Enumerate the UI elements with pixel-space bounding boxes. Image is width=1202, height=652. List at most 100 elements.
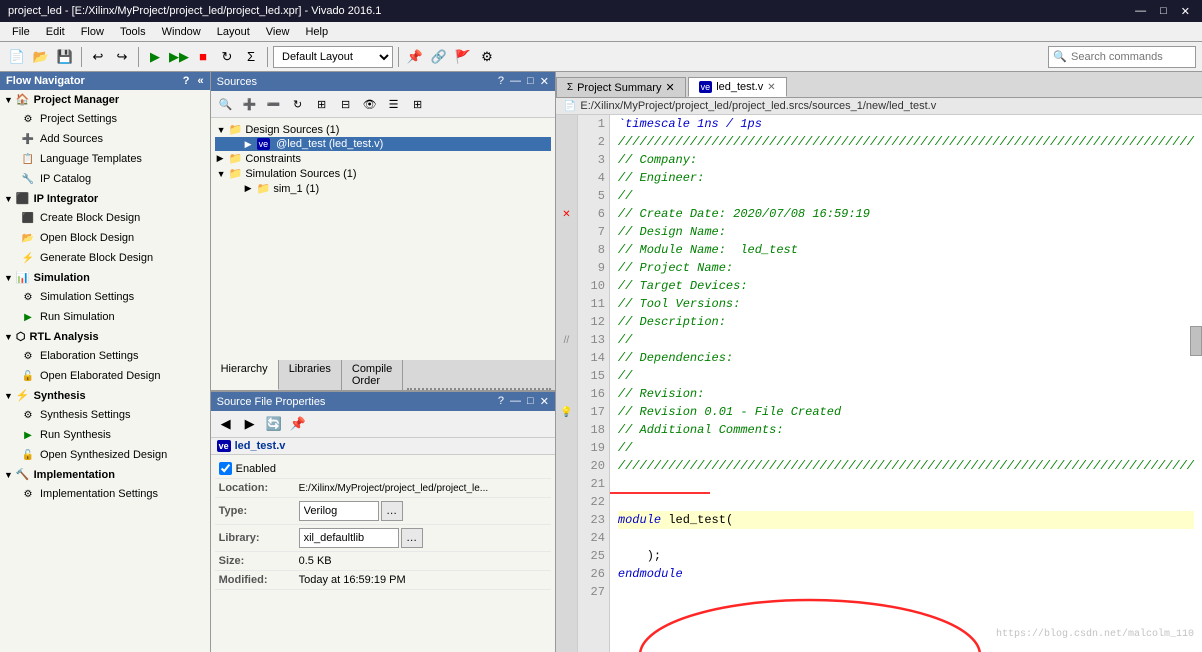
- nav-item-run-synthesis[interactable]: ▶ Run Synthesis: [0, 425, 210, 445]
- constraints-expand[interactable]: ▶: [217, 153, 227, 164]
- sources-help[interactable]: ?: [498, 75, 504, 88]
- line-num-24: 24: [591, 529, 609, 547]
- nav-section-rtl-analysis-header[interactable]: ▼ ⬡ RTL Analysis: [0, 327, 210, 346]
- nav-label-run-synthesis: Run Synthesis: [40, 429, 111, 441]
- nav-item-run-simulation[interactable]: ▶ Run Simulation: [0, 307, 210, 327]
- tab-led-test-v[interactable]: ve led_test.v ✕: [688, 77, 787, 97]
- sfp-restore[interactable]: □: [527, 395, 534, 408]
- toolbar-pin[interactable]: 📌: [404, 46, 426, 68]
- menu-view[interactable]: View: [258, 24, 298, 40]
- nav-section-simulation-header[interactable]: ▼ 📊 Simulation: [0, 268, 210, 287]
- toolbar-settings[interactable]: ⚙: [476, 46, 498, 68]
- tree-design-sources[interactable]: ▼ 📁 Design Sources (1): [215, 122, 551, 137]
- tree-sim1[interactable]: ▶ 📁 sim_1 (1): [215, 181, 551, 196]
- sources-restore[interactable]: □: [527, 75, 534, 88]
- sim-sources-expand[interactable]: ▼: [217, 169, 227, 179]
- menu-file[interactable]: File: [4, 24, 38, 40]
- sfp-type-btn[interactable]: …: [381, 501, 403, 521]
- nav-item-generate-block-design[interactable]: ⚡ Generate Block Design: [0, 248, 210, 268]
- comment-8: // Module Name: led_test: [618, 241, 798, 259]
- toolbar-open[interactable]: 📂: [30, 46, 52, 68]
- nav-item-ip-catalog[interactable]: 🔧 IP Catalog: [0, 169, 210, 189]
- close-btn[interactable]: ✕: [1177, 5, 1194, 18]
- src-grid-btn[interactable]: ⊞: [407, 93, 429, 115]
- sfp-pin[interactable]: 📌: [287, 413, 309, 435]
- design-sources-expand[interactable]: ▼: [217, 125, 227, 135]
- tab-libraries[interactable]: Libraries: [279, 360, 342, 390]
- toolbar-stop[interactable]: ■: [192, 46, 214, 68]
- nav-item-language-templates[interactable]: 📋 Language Templates: [0, 149, 210, 169]
- nav-section-implementation-header[interactable]: ▼ 🔨 Implementation: [0, 465, 210, 484]
- nav-item-add-sources[interactable]: ➕ Add Sources: [0, 129, 210, 149]
- flow-nav-collapse[interactable]: «: [197, 75, 203, 87]
- nav-section-project-manager-header[interactable]: ▼ 🏠 Project Manager: [0, 90, 210, 109]
- toolbar-run2[interactable]: ▶▶: [168, 46, 190, 68]
- tree-sim-sources[interactable]: ▼ 📁 Simulation Sources (1): [215, 166, 551, 181]
- menu-help[interactable]: Help: [297, 24, 336, 40]
- nav-item-synthesis-settings[interactable]: Synthesis Settings: [0, 405, 210, 425]
- title-bar-controls[interactable]: — □ ✕: [1131, 5, 1194, 18]
- src-view-btn[interactable]: 👁: [359, 93, 381, 115]
- nav-item-elaboration-settings[interactable]: Elaboration Settings: [0, 346, 210, 366]
- sfp-library-input[interactable]: [299, 528, 399, 548]
- nav-item-open-synthesized-design[interactable]: 🔓 Open Synthesized Design: [0, 445, 210, 465]
- tab-project-summary[interactable]: Σ Project Summary ✕: [556, 77, 686, 97]
- sfp-type-input[interactable]: [299, 501, 379, 521]
- layout-select[interactable]: Default Layout Debug Layout Synthesis La…: [273, 46, 393, 68]
- editor-code-area[interactable]: `timescale 1ns / 1ps ///////////////////…: [610, 115, 1202, 652]
- nav-item-open-block-design[interactable]: 📂 Open Block Design: [0, 228, 210, 248]
- toolbar-refresh[interactable]: ↻: [216, 46, 238, 68]
- minimize-btn[interactable]: —: [1131, 5, 1150, 18]
- menu-flow[interactable]: Flow: [73, 24, 112, 40]
- src-remove-btn[interactable]: ➖: [263, 93, 285, 115]
- menu-tools[interactable]: Tools: [112, 24, 154, 40]
- project-manager-arrow: ▼: [4, 95, 13, 105]
- src-search-btn[interactable]: 🔍: [215, 93, 237, 115]
- sources-close[interactable]: ✕: [540, 75, 549, 88]
- tree-constraints[interactable]: ▶ 📁 Constraints: [215, 151, 551, 166]
- sim1-expand[interactable]: ▶: [245, 183, 255, 194]
- menu-layout[interactable]: Layout: [209, 24, 258, 40]
- toolbar-sigma[interactable]: Σ: [240, 46, 262, 68]
- nav-item-create-block-design[interactable]: ⬛ Create Block Design: [0, 208, 210, 228]
- toolbar-undo[interactable]: ↩: [87, 46, 109, 68]
- src-expand-btn[interactable]: ⊞: [311, 93, 333, 115]
- menu-window[interactable]: Window: [154, 24, 209, 40]
- maximize-btn[interactable]: □: [1156, 5, 1171, 18]
- sources-minimize[interactable]: —: [510, 75, 521, 88]
- toolbar-redo[interactable]: ↪: [111, 46, 133, 68]
- sfp-forward[interactable]: ▶: [239, 413, 261, 435]
- nav-item-project-settings[interactable]: Project Settings: [0, 109, 210, 129]
- flow-nav-help[interactable]: ?: [183, 75, 190, 87]
- toolbar-link[interactable]: 🔗: [428, 46, 450, 68]
- tab-hierarchy[interactable]: Hierarchy: [211, 360, 279, 390]
- menu-edit[interactable]: Edit: [38, 24, 73, 40]
- toolbar-flag[interactable]: 🚩: [452, 46, 474, 68]
- toolbar-run[interactable]: ▶: [144, 46, 166, 68]
- sfp-back[interactable]: ◀: [215, 413, 237, 435]
- sfp-library-btn[interactable]: …: [401, 528, 423, 548]
- toolbar-save[interactable]: 💾: [54, 46, 76, 68]
- nav-item-implementation-settings[interactable]: Implementation Settings: [0, 484, 210, 504]
- nav-item-simulation-settings[interactable]: Simulation Settings: [0, 287, 210, 307]
- sfp-enabled-checkbox[interactable]: [219, 462, 232, 475]
- src-refresh-btn[interactable]: ↻: [287, 93, 309, 115]
- tree-led-test[interactable]: ▶ ve @led_test (led_test.v): [215, 137, 551, 151]
- led-test-expand[interactable]: ▶: [245, 139, 255, 150]
- src-list-btn[interactable]: ☰: [383, 93, 405, 115]
- line-num-23: 23: [591, 511, 609, 529]
- nav-item-open-elaborated-design[interactable]: 🔓 Open Elaborated Design: [0, 366, 210, 386]
- sfp-refresh[interactable]: 🔄: [263, 413, 285, 435]
- nav-section-ip-integrator-header[interactable]: ▼ ⬛ IP Integrator: [0, 189, 210, 208]
- tab-sigma-icon: Σ: [567, 82, 573, 93]
- sfp-help[interactable]: ?: [498, 395, 504, 408]
- search-input[interactable]: [1071, 51, 1191, 63]
- tab-compile-order[interactable]: Compile Order: [342, 360, 403, 390]
- src-add-btn[interactable]: ➕: [239, 93, 261, 115]
- nav-section-synthesis-header[interactable]: ▼ ⚡ Synthesis: [0, 386, 210, 405]
- sfp-minimize[interactable]: —: [510, 395, 521, 408]
- sfp-close[interactable]: ✕: [540, 395, 549, 408]
- tab-led-test-close-icon[interactable]: ✕: [767, 82, 775, 93]
- src-collapse-btn[interactable]: ⊟: [335, 93, 357, 115]
- toolbar-new[interactable]: 📄: [6, 46, 28, 68]
